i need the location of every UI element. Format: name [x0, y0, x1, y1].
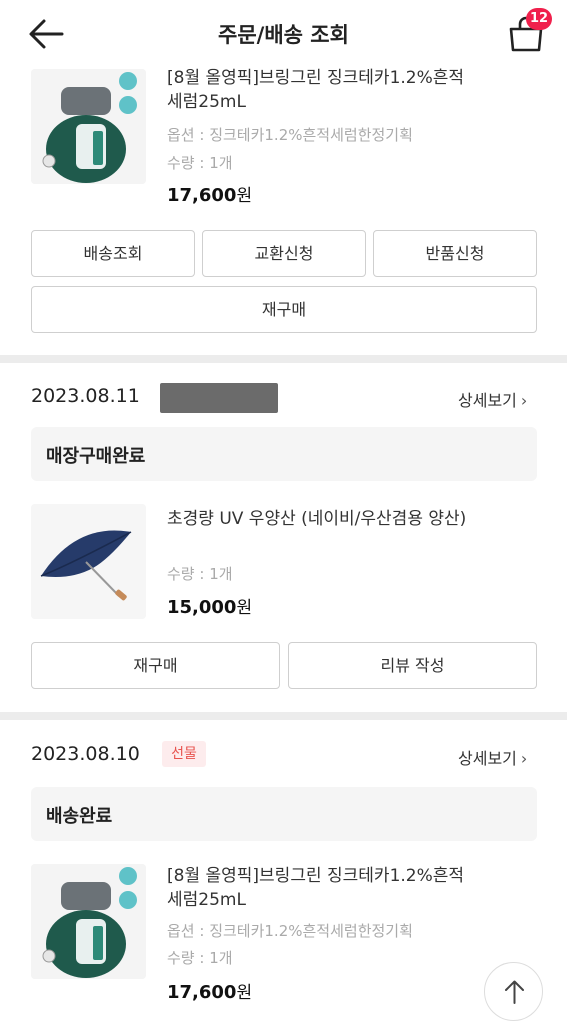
- app-header: 주문/배송 조회 12: [0, 0, 567, 66]
- cart-count-badge: 12: [526, 8, 552, 30]
- chevron-right-icon: ›: [520, 391, 528, 410]
- chevron-right-icon: ›: [520, 749, 528, 768]
- product-name[interactable]: [8월 올영픽]브링그린 징크테카1.2%흔적세럼25mL: [167, 864, 477, 912]
- product-thumbnail-umbrella[interactable]: [31, 504, 146, 619]
- price-value: 17,600: [167, 982, 237, 1003]
- price-currency: 원: [236, 983, 253, 1003]
- redacted-order-number: [160, 383, 278, 413]
- product-quantity: 수량 : 1개: [167, 154, 233, 172]
- order-detail-link[interactable]: 상세보기 ›: [458, 745, 527, 769]
- order-date: 2023.08.11: [31, 385, 140, 407]
- product-option: 옵션 : 징크테카1.2%흔적세럼한정기획: [167, 922, 413, 940]
- order-status-box: 매장구매완료: [31, 427, 537, 481]
- order-detail-link[interactable]: 상세보기 ›: [458, 387, 527, 411]
- product-quantity: 수량 : 1개: [167, 565, 233, 583]
- price-value: 15,000: [167, 597, 237, 618]
- product-name[interactable]: [8월 올영픽]브링그린 징크테카1.2%흔적세럼25mL: [167, 66, 477, 114]
- section-divider: [0, 355, 567, 363]
- arrow-up-icon: [505, 980, 524, 1004]
- gift-badge: 선물: [162, 741, 206, 767]
- order-status: 배송완료: [46, 806, 113, 827]
- product-price: 17,600원: [167, 978, 252, 1003]
- write-review-button[interactable]: 리뷰 작성: [288, 642, 537, 689]
- order-status-box: 배송완료: [31, 787, 537, 841]
- reorder-button[interactable]: 재구매: [31, 642, 280, 689]
- page-title: 주문/배송 조회: [218, 23, 349, 47]
- scroll-to-top-button[interactable]: [484, 962, 543, 1021]
- order-status: 매장구매완료: [46, 446, 146, 467]
- product-price: 15,000원: [167, 593, 252, 618]
- price-value: 17,600: [167, 185, 237, 206]
- section-divider: [0, 712, 567, 720]
- track-delivery-button[interactable]: 배송조회: [31, 230, 195, 277]
- product-price: 17,600원: [167, 181, 252, 206]
- detail-link-label: 상세보기: [458, 749, 517, 768]
- product-quantity: 수량 : 1개: [167, 949, 233, 967]
- product-option: 옵션 : 징크테카1.2%흔적세럼한정기획: [167, 126, 413, 144]
- price-currency: 원: [236, 186, 253, 206]
- order-date: 2023.08.10: [31, 743, 140, 765]
- price-currency: 원: [236, 598, 253, 618]
- exchange-request-button[interactable]: 교환신청: [202, 230, 366, 277]
- product-thumbnail-serum[interactable]: [31, 864, 146, 979]
- return-request-button[interactable]: 반품신청: [373, 230, 537, 277]
- reorder-button[interactable]: 재구매: [31, 286, 537, 333]
- product-thumbnail-serum[interactable]: [31, 69, 146, 184]
- product-name[interactable]: 초경량 UV 우양산 (네이비/우산겸용 양산): [167, 507, 477, 531]
- detail-link-label: 상세보기: [458, 391, 517, 410]
